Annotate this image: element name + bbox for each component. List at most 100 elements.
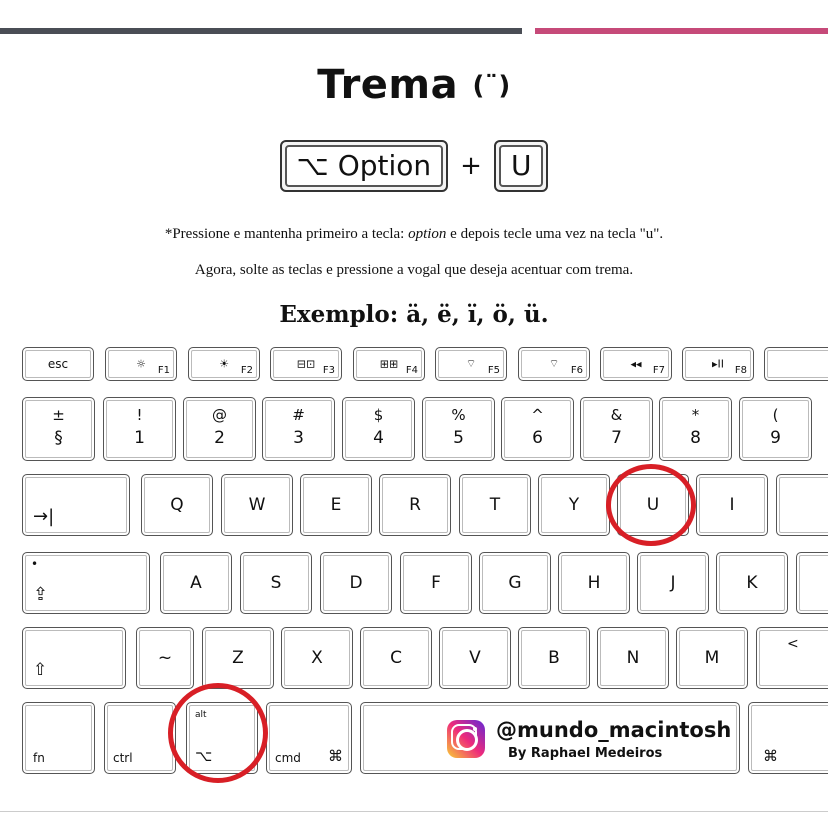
key-label: B bbox=[548, 648, 560, 668]
key-bottom-char: § bbox=[54, 428, 63, 448]
key-x: X bbox=[281, 627, 353, 689]
key-label: X bbox=[311, 648, 323, 668]
key-f3: ⊟⊡ F3 bbox=[270, 347, 342, 381]
key-r: R bbox=[379, 474, 451, 536]
key-num-9: (9 bbox=[739, 397, 812, 461]
key-top-char: ^ bbox=[531, 406, 544, 424]
cmd-icon: ⌘ bbox=[763, 747, 778, 765]
key-top-char: % bbox=[451, 406, 466, 424]
u-key-graphic: U bbox=[493, 140, 549, 192]
key-num-2: @2 bbox=[183, 397, 256, 461]
key-bottom-char: 1 bbox=[134, 428, 145, 448]
key-n: N bbox=[597, 627, 669, 689]
key-top-char: ( bbox=[772, 406, 779, 424]
key-f7: ◂◂ F7 bbox=[600, 347, 672, 381]
key-f2: ☀ F2 bbox=[188, 347, 260, 381]
key-num-5: % 5 bbox=[422, 397, 495, 461]
key-label: V bbox=[469, 648, 481, 668]
key-label: ~ bbox=[157, 648, 173, 668]
key-num-6: ^ 6 bbox=[501, 397, 574, 461]
caps-icon: ⇪ bbox=[33, 584, 49, 605]
key-num-1: ! 1 bbox=[103, 397, 176, 461]
key-l-partial bbox=[796, 552, 828, 614]
key-top-char: # bbox=[292, 406, 305, 424]
option-key-highlight-circle bbox=[168, 683, 268, 783]
key-a: A bbox=[160, 552, 232, 614]
key-z: Z bbox=[202, 627, 274, 689]
title-text: Trema bbox=[317, 62, 459, 108]
key-h: H bbox=[558, 552, 630, 614]
instagram-handle: @mundo_macintosh bbox=[496, 718, 732, 742]
key-tab: →| bbox=[22, 474, 130, 536]
key-tilde: ~ bbox=[136, 627, 194, 689]
key-top-char: ± bbox=[52, 406, 65, 424]
key-label: M bbox=[704, 648, 720, 668]
shift-icon: ⇧ bbox=[33, 660, 48, 680]
key-caps-lock: • ⇪ bbox=[22, 552, 150, 614]
key-j: J bbox=[637, 552, 709, 614]
key-label: W bbox=[248, 495, 266, 515]
note-text: e depois tecle uma vez na tecla "u". bbox=[446, 226, 664, 242]
key-d: D bbox=[320, 552, 392, 614]
cmd-icon: ⌘ bbox=[328, 747, 343, 765]
key-o-partial bbox=[776, 474, 828, 536]
caps-indicator: • bbox=[31, 557, 39, 571]
key-num-8: * 8 bbox=[659, 397, 732, 461]
key-label: esc bbox=[47, 357, 69, 371]
key-label: Z bbox=[232, 648, 244, 668]
key-top-char: $ bbox=[373, 406, 384, 424]
key-k: K bbox=[716, 552, 788, 614]
key-m: M bbox=[676, 627, 748, 689]
key-label: T bbox=[489, 495, 501, 515]
key-ctrl: ctrl bbox=[104, 702, 176, 774]
key-f8: ▸II F8 bbox=[682, 347, 754, 381]
key-bottom-char: 4 bbox=[373, 428, 384, 448]
key-fn-label: F3 bbox=[322, 365, 335, 376]
key-label: A bbox=[190, 573, 202, 593]
key-f6: ⌔ F6 bbox=[518, 347, 590, 381]
key-g: G bbox=[479, 552, 551, 614]
key-cmd: cmd ⌘ bbox=[266, 702, 352, 774]
key-fn-label: F8 bbox=[734, 365, 747, 376]
key-fn-label: F4 bbox=[405, 365, 418, 376]
key-i: I bbox=[696, 474, 768, 536]
key-fn-label: F5 bbox=[487, 365, 500, 376]
example-heading: Exemplo: ä, ë, ï, ö, ü. bbox=[279, 301, 549, 328]
instruction-line-2: Agora, solte as teclas e pressione a vog… bbox=[194, 262, 634, 278]
key-label: N bbox=[626, 648, 640, 668]
key-f5: ⌔ F5 bbox=[435, 347, 507, 381]
u-key-label: U bbox=[498, 145, 544, 187]
key-label: S bbox=[270, 573, 282, 593]
tab-icon: →| bbox=[33, 506, 55, 527]
key-cmd-right: ⌘ bbox=[748, 702, 828, 774]
key-num-3: #3 bbox=[262, 397, 335, 461]
key-lt-partial: < bbox=[756, 627, 828, 689]
key-label: < bbox=[787, 636, 799, 652]
key-num-§: ± § bbox=[22, 397, 95, 461]
key-bottom-char: 8 bbox=[690, 428, 701, 448]
note-text: *Pressione e mantenha primeiro a tecla: bbox=[164, 226, 409, 242]
instruction-line-1: *Pressione e mantenha primeiro a tecla: … bbox=[0, 226, 828, 243]
key-label: R bbox=[409, 495, 421, 515]
key-top-char: @ bbox=[212, 406, 227, 424]
key-fn-label: F1 bbox=[157, 365, 170, 376]
key-top-char: & bbox=[610, 406, 623, 424]
key-combination: ⌥ Option + U bbox=[0, 140, 828, 192]
key-bottom-char: 5 bbox=[453, 428, 464, 448]
option-key-graphic: ⌥ Option bbox=[279, 140, 449, 192]
key-e: E bbox=[300, 474, 372, 536]
key-q: Q bbox=[141, 474, 213, 536]
key-t: T bbox=[459, 474, 531, 536]
bottom-divider bbox=[0, 811, 828, 812]
option-key-label: ⌥ Option bbox=[284, 145, 444, 187]
key-label: I bbox=[729, 495, 735, 515]
key-fn-label: F2 bbox=[240, 365, 253, 376]
key-bottom-char: 6 bbox=[532, 428, 543, 448]
key-label: G bbox=[508, 573, 522, 593]
top-bar-dark bbox=[0, 28, 522, 34]
key-fn: fn bbox=[22, 702, 95, 774]
key-f1: ☼ F1 bbox=[105, 347, 177, 381]
key-num-4: $4 bbox=[342, 397, 415, 461]
key-label: Q bbox=[170, 495, 184, 515]
key-label: cmd bbox=[275, 751, 301, 765]
